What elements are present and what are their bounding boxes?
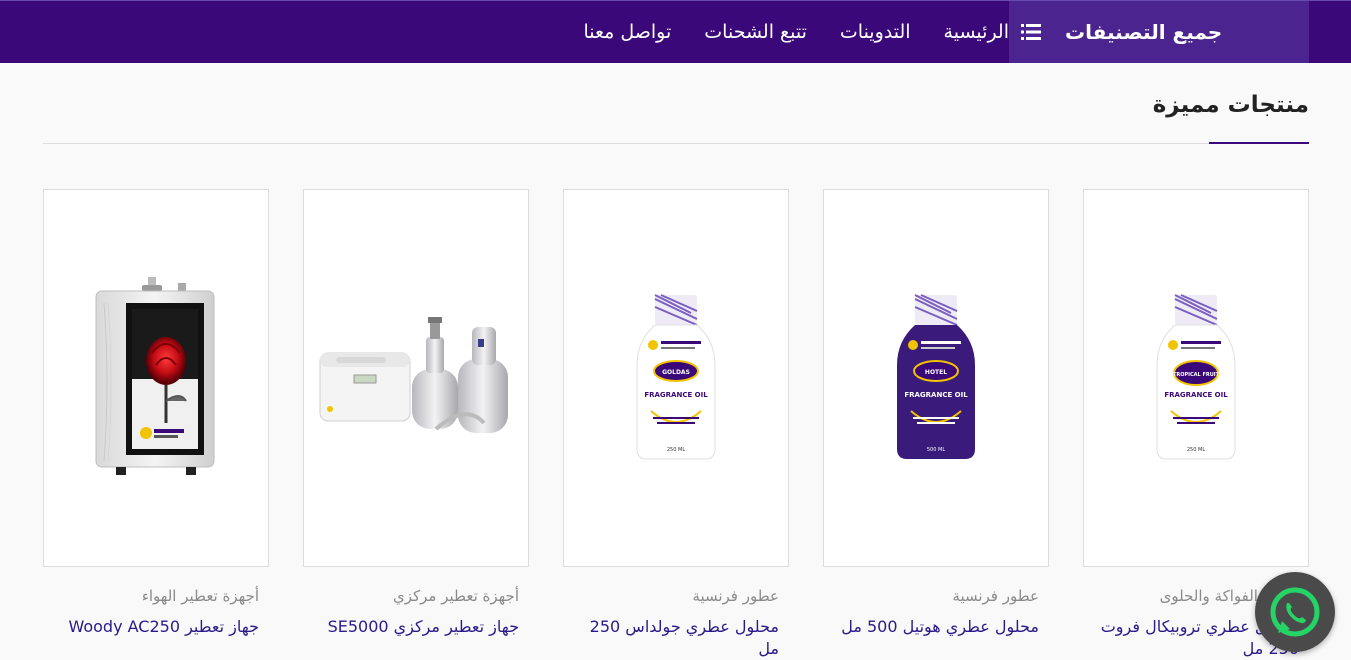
goldas-bottle-image: GOLDAS FRAGRANCE OIL 250 ML <box>636 294 716 460</box>
product-card: أجهزة تعطير الهواء جهاز تعطير Woody AC25… <box>43 189 269 659</box>
bottle-size-text: 250 ML <box>1187 447 1205 453</box>
product-title-link[interactable]: جهاز تعطير مركزي SE5000 <box>305 616 519 638</box>
product-image-link[interactable] <box>303 189 529 567</box>
product-card: HOTEL FRAGRANCE OIL 500 ML عطور فرنسية م… <box>823 189 1049 659</box>
bottle-label-text: GOLDAS <box>662 369 690 376</box>
product-image-link[interactable] <box>43 189 269 567</box>
product-carousel: أجهزة تعطير الهواء جهاز تعطير Woody AC25… <box>0 0 1309 660</box>
product-title-link[interactable]: محلول عطري هوتيل 500 مل <box>825 616 1039 638</box>
product-title-link[interactable]: جهاز تعطير Woody AC250 <box>45 616 259 638</box>
product-category-link[interactable]: أجهزة تعطير الهواء <box>142 587 259 605</box>
hotel-bottle-image: HOTEL FRAGRANCE OIL 500 ML <box>897 294 975 459</box>
bottle-size-text: 250 ML <box>667 447 685 453</box>
bottle-oil-text: FRAGRANCE OIL <box>904 391 968 399</box>
product-image-link[interactable]: HOTEL FRAGRANCE OIL 500 ML <box>823 189 1049 567</box>
tropical-bottle-image: TROPICAL FRUIT FRAGRANCE OIL 250 ML <box>1156 294 1236 460</box>
product-card: أجهزة تعطير مركزي جهاز تعطير مركزي SE500… <box>303 189 529 659</box>
product-category-link[interactable]: أجهزة تعطير مركزي <box>393 587 519 605</box>
bottle-oil-text: FRAGRANCE OIL <box>1164 391 1228 399</box>
whatsapp-chat-button[interactable] <box>1255 572 1335 652</box>
product-card: GOLDAS FRAGRANCE OIL 250 ML عطور فرنسية … <box>563 189 789 659</box>
bottle-label-text: TROPICAL FRUIT <box>1173 372 1220 378</box>
bottle-oil-text: FRAGRANCE OIL <box>644 391 708 399</box>
product-image-link[interactable]: TROPICAL FRUIT FRAGRANCE OIL 250 ML <box>1083 189 1309 567</box>
air-freshener-device-image <box>95 277 215 475</box>
central-diffuser-image <box>319 317 508 433</box>
product-category-link[interactable]: عطور فرنسية <box>692 587 779 605</box>
bottle-label-text: HOTEL <box>925 369 947 376</box>
whatsapp-icon <box>1270 587 1320 637</box>
product-category-link[interactable]: عطور فرنسية <box>952 587 1039 605</box>
product-title-link[interactable]: محلول عطري جولداس 250 مل <box>565 616 779 660</box>
product-image-link[interactable]: GOLDAS FRAGRANCE OIL 250 ML <box>563 189 789 567</box>
bottle-size-text: 500 ML <box>927 447 945 453</box>
